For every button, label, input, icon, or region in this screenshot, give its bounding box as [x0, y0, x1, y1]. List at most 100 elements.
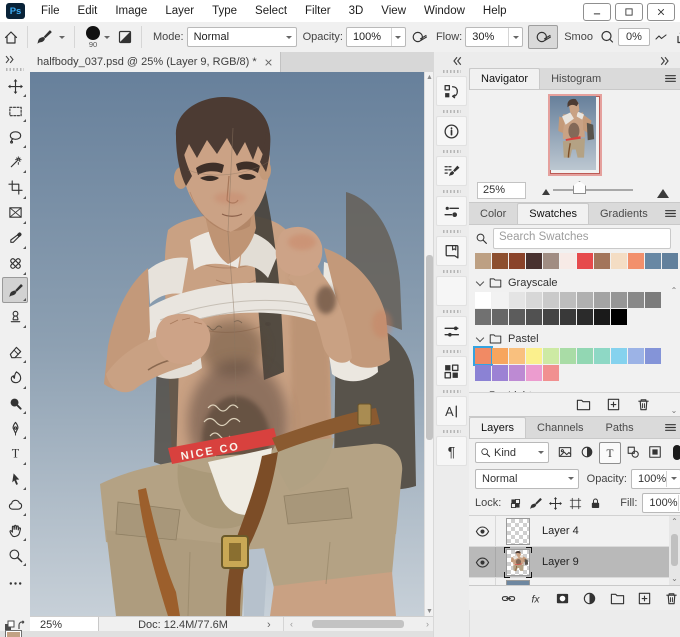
toolbar-grip[interactable] — [6, 68, 24, 71]
swatch[interactable] — [543, 292, 559, 308]
filter-image[interactable] — [555, 442, 575, 462]
delete-swatch-button[interactable] — [633, 395, 653, 415]
swatch[interactable] — [645, 253, 661, 269]
menu-item-view[interactable]: View — [372, 0, 415, 22]
layer-name[interactable]: Layer 4 — [542, 525, 579, 537]
menu-item-image[interactable]: Image — [106, 0, 156, 22]
swatch[interactable] — [628, 253, 644, 269]
patterns-panel-button[interactable] — [436, 356, 467, 386]
info-panel-button[interactable] — [436, 116, 467, 146]
swatch[interactable] — [492, 365, 508, 381]
tab-layers[interactable]: Layers — [469, 417, 527, 438]
close-button[interactable] — [647, 3, 675, 21]
tab-histogram[interactable]: Histogram — [540, 69, 612, 89]
eraser-tool[interactable] — [3, 340, 27, 364]
swatch[interactable] — [543, 365, 559, 381]
menu-item-window[interactable]: Window — [415, 0, 474, 22]
swatch[interactable] — [475, 365, 491, 381]
layer-row-layer-10[interactable]: Layer 10 — [469, 578, 680, 585]
zoom-tool[interactable] — [3, 543, 27, 567]
tab-color[interactable]: Color — [469, 204, 517, 224]
tool-preset-chevron[interactable] — [59, 35, 65, 42]
scroll-right-icon[interactable]: › — [426, 619, 429, 629]
swatch[interactable] — [492, 348, 508, 364]
swatch[interactable] — [526, 292, 542, 308]
swatch[interactable] — [492, 253, 508, 269]
swatch[interactable] — [509, 253, 525, 269]
tab-gradients[interactable]: Gradients — [589, 204, 659, 224]
lock-artboard[interactable] — [566, 494, 585, 512]
swatch-group-grayscale[interactable]: Grayscale — [469, 273, 680, 292]
layer-fill-select[interactable]: 100% — [642, 493, 680, 513]
scroll-left-icon[interactable]: ‹ — [290, 619, 293, 629]
swatch[interactable] — [492, 309, 508, 325]
lock-all[interactable] — [586, 494, 605, 512]
swatch[interactable] — [560, 292, 576, 308]
shape-tool[interactable] — [3, 493, 27, 517]
new-group-button[interactable] — [573, 395, 593, 415]
opacity-pressure-button[interactable] — [408, 29, 430, 45]
collapse-strip-icon[interactable] — [451, 55, 467, 67]
maximize-button[interactable] — [615, 3, 643, 21]
layer-name[interactable]: Layer 9 — [542, 556, 579, 568]
quick-select-tool[interactable] — [3, 150, 27, 174]
toolbar-expand-icon[interactable] — [0, 52, 30, 66]
swatch[interactable] — [526, 253, 542, 269]
swatch[interactable] — [577, 309, 593, 325]
layer-visibility-eye-icon[interactable] — [469, 578, 496, 585]
marquee-tool[interactable] — [3, 99, 27, 123]
tab-channels[interactable]: Channels — [526, 418, 594, 438]
panel-grip[interactable] — [442, 350, 461, 353]
layer-filter-select[interactable]: Kind — [475, 442, 550, 463]
navigator-menu-icon[interactable] — [664, 72, 677, 85]
swatch[interactable] — [611, 292, 627, 308]
vertical-scroll-thumb[interactable] — [426, 255, 433, 440]
layers-scroll-thumb[interactable] — [671, 534, 678, 566]
swatch[interactable] — [475, 309, 491, 325]
panel-grip[interactable] — [442, 190, 461, 193]
edit-toolbar-ellipsis-icon[interactable] — [3, 571, 27, 595]
layers-menu-icon[interactable] — [664, 421, 677, 434]
swatch[interactable] — [560, 253, 576, 269]
add-mask-button[interactable] — [554, 588, 572, 608]
menu-item-file[interactable]: File — [32, 0, 69, 22]
zoom-level-field[interactable]: 25% — [30, 617, 99, 632]
pen-tool[interactable] — [3, 416, 27, 440]
swatch[interactable] — [628, 348, 644, 364]
swatch[interactable] — [662, 253, 678, 269]
swatch[interactable] — [577, 253, 593, 269]
swatch[interactable] — [628, 292, 644, 308]
canvas-horizontal-scrollbar[interactable]: ‹ › — [283, 617, 433, 632]
filter-shape[interactable] — [623, 442, 643, 462]
swatch-group-pastel[interactable]: Pastel — [469, 329, 680, 348]
group-expand-icon[interactable] — [475, 277, 485, 286]
layer-thumbnail[interactable] — [506, 517, 530, 545]
swatch[interactable] — [560, 309, 576, 325]
document-tab[interactable]: halfbody_037.psd @ 25% (Layer 9, RGB/8) … — [30, 52, 281, 72]
layer-style-button[interactable]: fx — [526, 588, 544, 608]
swatch[interactable] — [543, 309, 559, 325]
share-button[interactable] — [672, 29, 680, 45]
properties-panel-button[interactable] — [436, 316, 467, 346]
menu-item-select[interactable]: Select — [246, 0, 296, 22]
dodge-tool[interactable] — [3, 391, 27, 415]
brushes-panel-button[interactable] — [436, 196, 467, 226]
new-layer-button[interactable] — [635, 588, 653, 608]
zoom-in-icon[interactable] — [657, 183, 669, 198]
swatch[interactable] — [475, 253, 491, 269]
stamp-tool[interactable] — [3, 305, 27, 329]
history-panel-button[interactable] — [436, 76, 467, 106]
zoom-out-icon[interactable] — [542, 185, 550, 195]
hand-tool[interactable] — [3, 518, 27, 542]
swatch[interactable] — [526, 348, 542, 364]
navigator-proxy-view[interactable] — [548, 94, 602, 176]
healing-tool[interactable] — [3, 252, 27, 276]
menu-item-help[interactable]: Help — [474, 0, 516, 22]
smoothing-options-icon[interactable] — [650, 29, 672, 45]
group-expand-icon[interactable] — [475, 333, 485, 342]
new-swatch-button[interactable] — [603, 395, 623, 415]
panel-grip[interactable] — [442, 430, 461, 433]
eyedropper-tool[interactable] — [3, 226, 27, 250]
home-button[interactable] — [0, 29, 22, 45]
swatch[interactable] — [645, 348, 661, 364]
